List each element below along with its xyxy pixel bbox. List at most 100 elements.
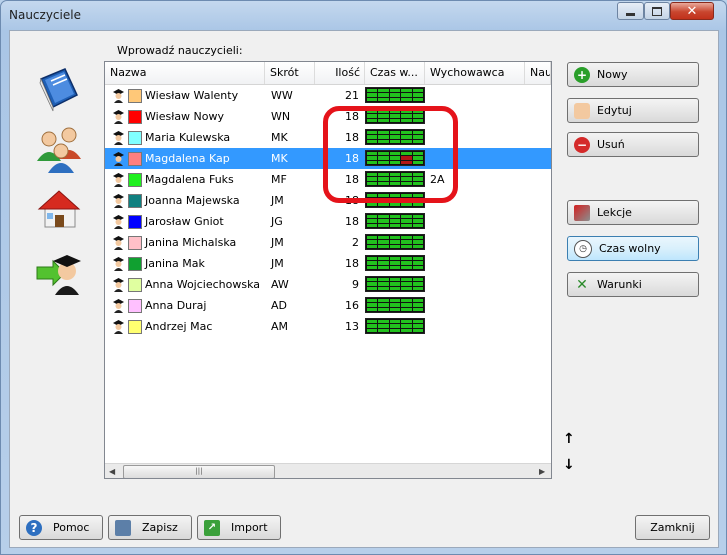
teacher-name: Jarosław Gniot: [145, 215, 224, 228]
help-button-label: Pomoc: [53, 521, 90, 534]
scroll-thumb[interactable]: |||: [123, 465, 275, 478]
conditions-icon: ✕: [576, 276, 588, 293]
teacher-abbr: AW: [271, 278, 289, 291]
color-swatch: [128, 89, 142, 103]
conditions-button-label: Warunki: [597, 278, 642, 291]
color-swatch: [128, 131, 142, 145]
maximize-button[interactable]: [644, 2, 670, 20]
teacher-name: Janina Mak: [145, 257, 205, 270]
import-button-label: Import: [231, 521, 268, 534]
horizontal-scrollbar[interactable]: ◀ ||| ▶: [105, 463, 551, 478]
teacher-icon: [113, 236, 124, 250]
free-time-grid[interactable]: [365, 297, 425, 313]
table-row[interactable]: Janina Michalska JM 2: [105, 232, 551, 253]
teacher-icon: [113, 173, 124, 187]
color-swatch: [128, 173, 142, 187]
help-button[interactable]: ? Pomoc: [19, 515, 103, 540]
teacher-name: Wiesław Walenty: [145, 89, 239, 102]
teacher-name: Wiesław Nowy: [145, 110, 225, 123]
move-down-arrow-icon[interactable]: ↓: [563, 457, 575, 473]
minimize-button[interactable]: [617, 2, 644, 20]
lessons-icon: [574, 204, 590, 221]
color-swatch: [128, 320, 142, 334]
color-swatch: [128, 215, 142, 229]
close-button[interactable]: Zamknij: [635, 515, 710, 540]
new-button[interactable]: + Nowy: [567, 62, 699, 87]
free-time-grid[interactable]: [365, 276, 425, 292]
scroll-left-icon[interactable]: ◀: [109, 467, 115, 476]
free-time-grid[interactable]: [365, 255, 425, 271]
color-swatch: [128, 278, 142, 292]
teacher-abbr: MK: [271, 152, 288, 165]
teacher-abbr: MF: [271, 173, 287, 186]
users-group-icon[interactable]: [35, 125, 83, 173]
table-row[interactable]: Andrzej Mac AM 13: [105, 316, 551, 337]
graduate-teacher-icon[interactable]: [35, 247, 83, 295]
edit-button[interactable]: Edytuj: [567, 98, 699, 123]
column-header-subject[interactable]: Nau: [525, 62, 551, 84]
title-bar: Nauczyciele ✕: [1, 1, 726, 29]
scroll-right-icon[interactable]: ▶: [539, 467, 545, 476]
teacher-name: Maria Kulewska: [145, 131, 231, 144]
color-swatch: [128, 299, 142, 313]
column-header-homeroom[interactable]: Wychowawca: [425, 62, 525, 84]
close-icon: ✕: [686, 3, 698, 19]
column-header-free-time[interactable]: Czas w...: [365, 62, 425, 84]
teacher-name: Magdalena Fuks: [145, 173, 234, 186]
column-header-count[interactable]: Ilość: [315, 62, 365, 84]
teacher-abbr: AM: [271, 320, 289, 333]
free-time-grid[interactable]: [365, 87, 425, 103]
table-row[interactable]: Janina Mak JM 18: [105, 253, 551, 274]
help-icon: ?: [26, 519, 42, 536]
table-row[interactable]: Jarosław Gniot JG 18: [105, 211, 551, 232]
free-time-grid[interactable]: [365, 318, 425, 334]
color-swatch: [128, 236, 142, 250]
teacher-icon: [113, 89, 124, 103]
book-icon[interactable]: [35, 65, 83, 113]
color-swatch: [128, 110, 142, 124]
close-window-button[interactable]: ✕: [670, 2, 714, 20]
close-button-label: Zamknij: [650, 521, 695, 534]
table-header: Nazwa Skrót Ilość Czas w... Wychowawca N…: [105, 62, 551, 85]
lesson-count: 13: [345, 320, 359, 333]
teacher-name: Anna Wojciechowska: [145, 278, 260, 291]
table-row[interactable]: Wiesław Walenty WW 21: [105, 85, 551, 106]
color-swatch: [128, 194, 142, 208]
table-row[interactable]: Anna Wojciechowska AW 9: [105, 274, 551, 295]
column-header-name[interactable]: Nazwa: [105, 62, 265, 84]
lesson-count: 21: [345, 89, 359, 102]
lessons-button[interactable]: Lekcje: [567, 200, 699, 225]
window-title: Nauczyciele: [9, 8, 81, 22]
new-button-label: Nowy: [597, 68, 628, 81]
clock-icon: ◷: [574, 239, 592, 258]
lesson-count: 2: [352, 236, 359, 249]
teacher-icon: [113, 320, 124, 334]
edit-button-label: Edytuj: [597, 104, 632, 117]
import-button[interactable]: ↗ Import: [197, 515, 281, 540]
save-button[interactable]: Zapisz: [108, 515, 192, 540]
school-house-icon[interactable]: [35, 185, 83, 233]
teacher-abbr: AD: [271, 299, 287, 312]
column-header-abbr[interactable]: Skrót: [265, 62, 315, 84]
free-time-button[interactable]: ◷ Czas wolny: [567, 236, 699, 261]
table-row[interactable]: Anna Duraj AD 16: [105, 295, 551, 316]
import-icon: ↗: [204, 519, 220, 536]
color-swatch: [128, 152, 142, 166]
free-time-grid[interactable]: [365, 213, 425, 229]
teacher-abbr: MK: [271, 131, 288, 144]
free-time-grid[interactable]: [365, 234, 425, 250]
teacher-icon: [113, 299, 124, 313]
teacher-abbr: JM: [271, 194, 284, 207]
teacher-abbr: JM: [271, 257, 284, 270]
lesson-count: 16: [345, 299, 359, 312]
teacher-abbr: WW: [271, 89, 293, 102]
teachers-list-label: Wprowadź nauczycieli:: [117, 44, 243, 57]
maximize-icon: [652, 6, 662, 16]
teacher-icon: [113, 194, 124, 208]
conditions-button[interactable]: ✕ Warunki: [567, 272, 699, 297]
move-up-arrow-icon[interactable]: ↑: [563, 431, 575, 447]
floppy-disk-icon: [115, 519, 131, 536]
delete-button[interactable]: − Usuń: [567, 132, 699, 157]
teacher-icon: [113, 131, 124, 145]
teacher-name: Magdalena Kap: [145, 152, 230, 165]
